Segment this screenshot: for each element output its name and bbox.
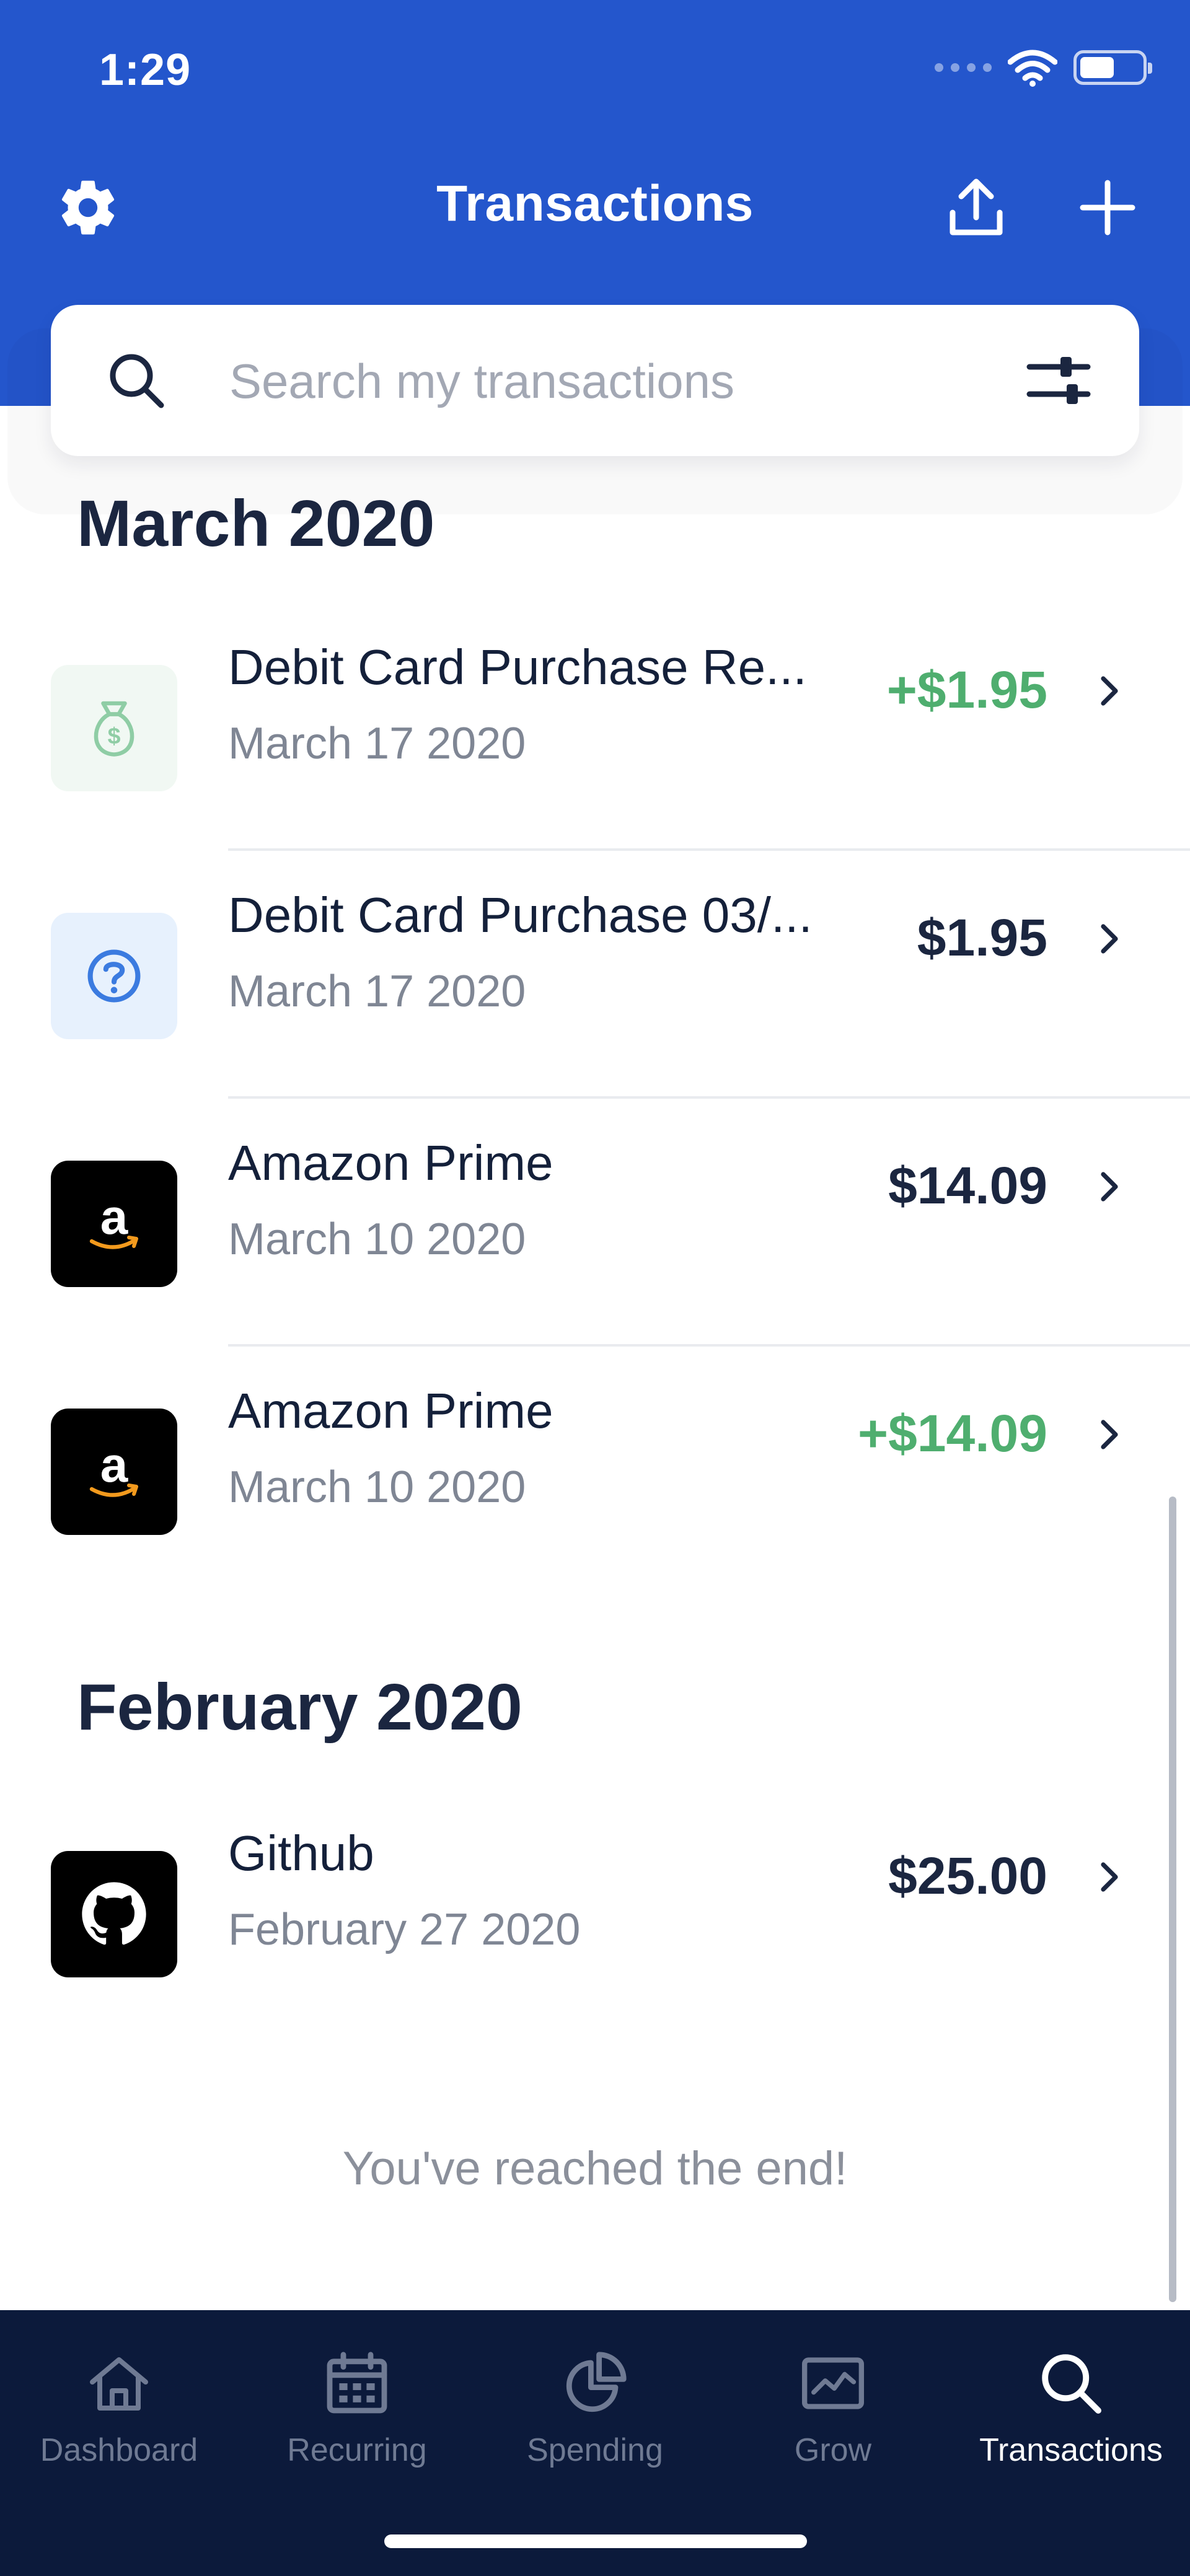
transaction-row[interactable]: Debit Card Purchase 03/... March 17 2020… — [0, 851, 1190, 1099]
transaction-row[interactable]: Github February 27 2020 $25.00 — [0, 1789, 1190, 2037]
transaction-name: Debit Card Purchase 03/... — [228, 887, 813, 943]
tab-transactions[interactable]: Transactions — [952, 2346, 1190, 2501]
tab-grow[interactable]: Grow — [714, 2346, 952, 2501]
transaction-row[interactable]: a Amazon Prime March 10 2020 $14.09 — [0, 1099, 1190, 1347]
chevron-right-icon — [1091, 920, 1128, 957]
transaction-logo: $ — [51, 665, 177, 791]
transaction-row[interactable]: a Amazon Prime March 10 2020 +$14.09 — [0, 1347, 1190, 1594]
battery-icon — [1073, 50, 1152, 85]
svg-text:a: a — [100, 1437, 128, 1492]
transaction-amount: $14.09 — [888, 1156, 1047, 1215]
chevron-right-icon — [1091, 1858, 1128, 1896]
tab-label: Recurring — [287, 2432, 427, 2468]
add-transaction-button[interactable] — [1070, 170, 1145, 245]
transaction-name: Amazon Prime — [228, 1135, 553, 1190]
money-bag-icon: $ — [94, 701, 134, 757]
upload-icon — [950, 178, 1003, 235]
transaction-date: February 27 2020 — [228, 1905, 581, 1954]
transaction-date: March 10 2020 — [228, 1215, 526, 1264]
transaction-amount: $25.00 — [888, 1847, 1047, 1905]
tab-label: Transactions — [979, 2432, 1163, 2468]
plus-icon — [1080, 180, 1135, 235]
transaction-date: March 17 2020 — [228, 719, 526, 768]
pie-chart-icon — [558, 2346, 632, 2420]
transaction-amount: +$1.95 — [886, 661, 1047, 719]
export-button[interactable] — [939, 170, 1013, 245]
amazon-logo-icon: a — [89, 1437, 138, 1497]
scrollbar[interactable] — [1169, 1497, 1176, 2302]
tab-recurring[interactable]: Recurring — [238, 2346, 476, 2501]
question-icon — [87, 949, 141, 1003]
transaction-date: March 10 2020 — [228, 1462, 526, 1512]
github-logo-icon — [82, 1882, 146, 1945]
line-chart-icon — [796, 2346, 870, 2420]
chevron-right-icon — [1091, 672, 1128, 710]
transaction-amount: $1.95 — [917, 908, 1047, 967]
transaction-name: Amazon Prime — [228, 1383, 553, 1438]
svg-text:$: $ — [108, 723, 121, 749]
svg-text:a: a — [100, 1189, 128, 1244]
search-input[interactable] — [228, 342, 974, 420]
transactions-screen: 1:29 Transactions Search my transactions… — [0, 0, 1190, 2576]
transaction-amount: +$14.09 — [858, 1404, 1047, 1462]
transaction-name: Debit Card Purchase Re... — [228, 640, 807, 695]
status-time: 1:29 — [99, 45, 192, 95]
transaction-logo — [51, 913, 177, 1039]
section-header-march-2020: March 2020 — [77, 487, 435, 560]
transaction-name: Github — [228, 1826, 374, 1881]
cellular-signal-icon — [935, 63, 992, 72]
search-icon — [110, 354, 164, 408]
filter-button[interactable] — [1021, 343, 1096, 418]
transaction-row[interactable]: $ Debit Card Purchase Re... March 17 202… — [0, 603, 1190, 851]
transaction-logo: a — [51, 1161, 177, 1287]
wifi-icon — [1008, 50, 1057, 87]
sliders-icon — [1026, 357, 1091, 404]
chevron-right-icon — [1091, 1168, 1128, 1205]
home-indicator — [384, 2534, 807, 2548]
transaction-logo — [51, 1851, 177, 1977]
section-header-february-2020: February 2020 — [77, 1671, 522, 1744]
chevron-right-icon — [1091, 1416, 1128, 1453]
bottom-tab-bar: Dashboard Recurring Spending Grow Transa… — [0, 2310, 1190, 2576]
status-indicators — [935, 48, 1152, 87]
calendar-icon — [320, 2346, 394, 2420]
tab-label: Dashboard — [40, 2432, 198, 2468]
search-icon — [1034, 2346, 1108, 2420]
amazon-logo-icon: a — [89, 1189, 138, 1249]
tab-label: Grow — [794, 2432, 872, 2468]
home-icon — [82, 2346, 156, 2420]
transaction-date: March 17 2020 — [228, 967, 526, 1016]
tab-label: Spending — [527, 2432, 663, 2468]
tab-spending[interactable]: Spending — [476, 2346, 714, 2501]
end-of-list-message: You've reached the end! — [342, 2142, 848, 2195]
transaction-logo: a — [51, 1409, 177, 1535]
search-bar — [51, 305, 1139, 456]
tab-dashboard[interactable]: Dashboard — [0, 2346, 238, 2501]
